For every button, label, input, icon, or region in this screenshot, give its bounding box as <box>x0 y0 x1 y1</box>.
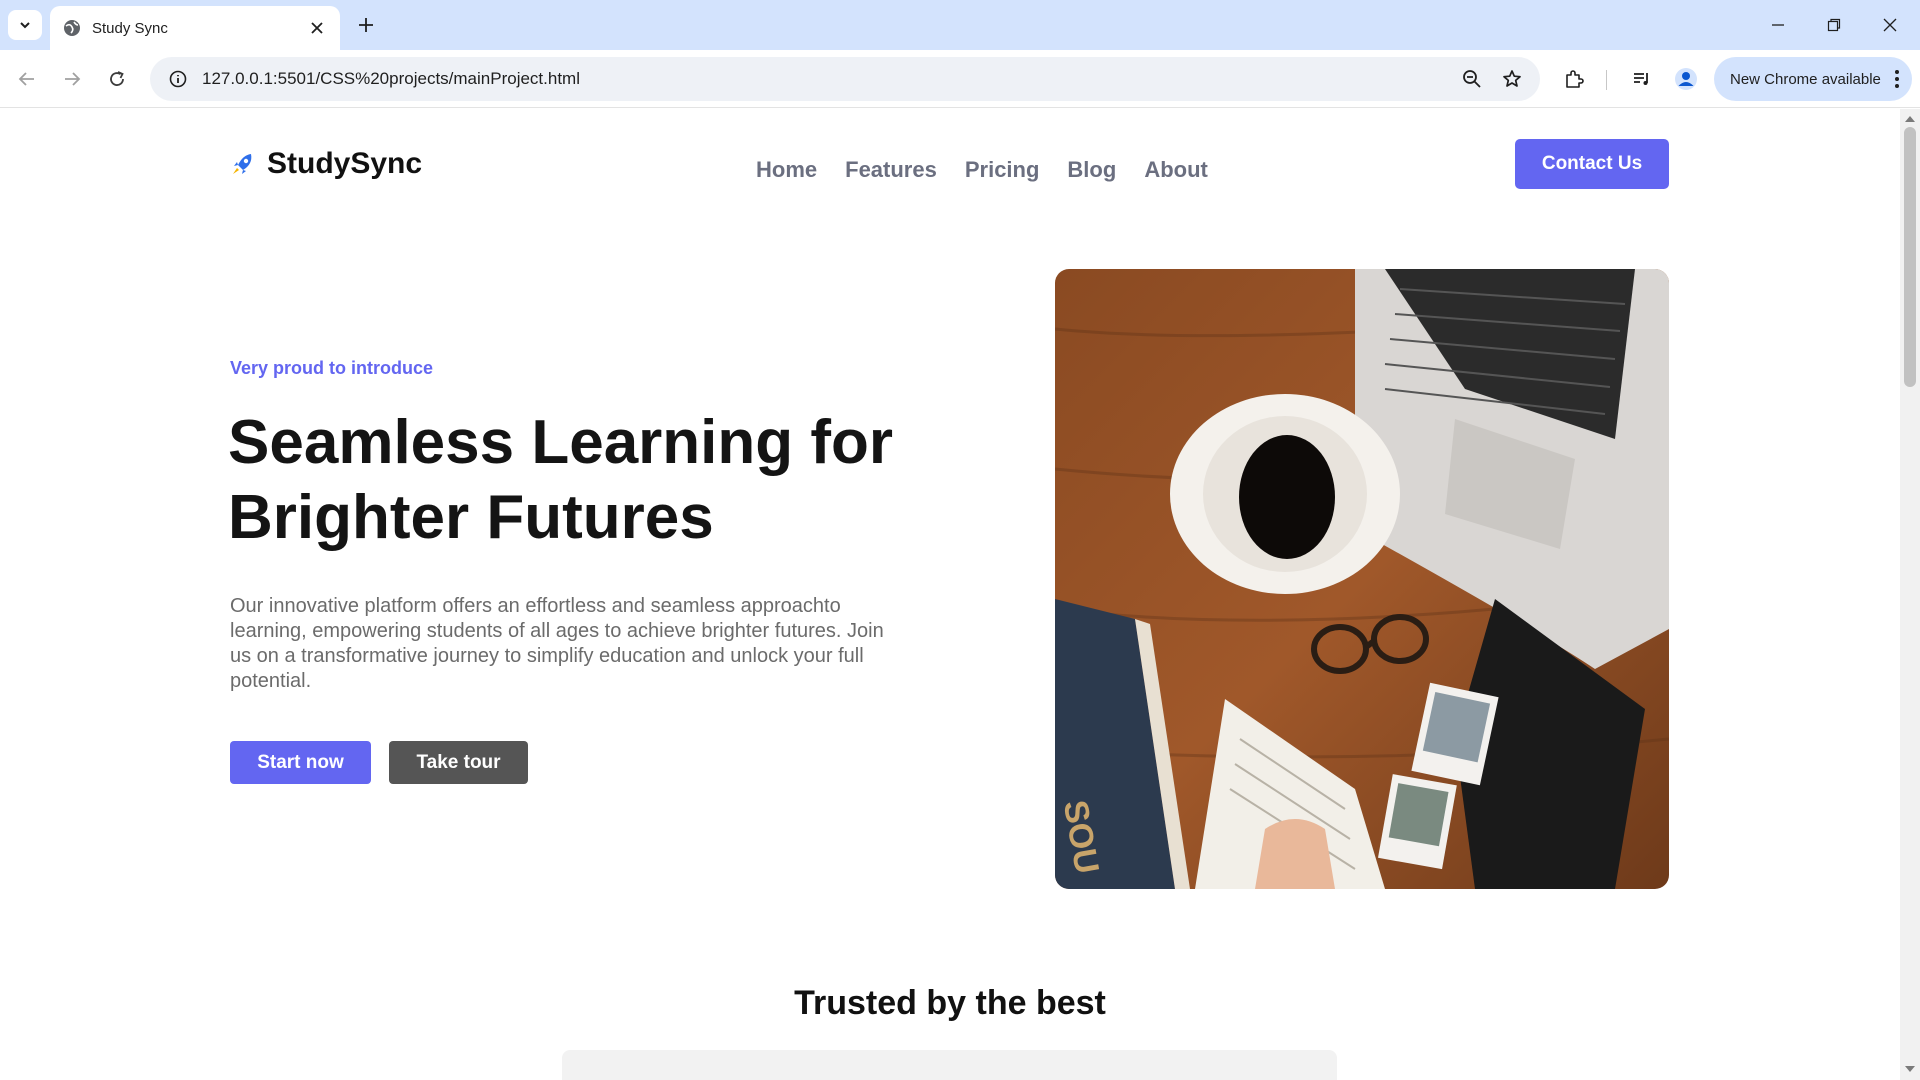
more-icon[interactable] <box>1894 69 1900 93</box>
page-viewport: StudySync Home Features Pricing Blog Abo… <box>0 109 1900 1080</box>
hero-title-line-2: Brighter Futures <box>228 483 714 552</box>
nav-home[interactable]: Home <box>756 157 817 183</box>
minimize-icon[interactable] <box>1750 0 1806 50</box>
scroll-thumb[interactable] <box>1904 127 1916 387</box>
zoom-icon[interactable] <box>1452 59 1492 99</box>
toolbar-separator <box>1606 70 1607 90</box>
scroll-down-arrow-icon[interactable] <box>1904 1064 1916 1074</box>
star-icon[interactable] <box>1492 59 1532 99</box>
desk-photo-illustration: SOU <box>1055 269 1669 889</box>
logo-text: StudySync <box>267 147 423 180</box>
tab-title: Study Sync <box>92 19 168 37</box>
media-icon[interactable] <box>1624 62 1660 96</box>
tab-search-icon[interactable] <box>8 10 42 40</box>
hero-image: SOU <box>1055 269 1669 889</box>
url-text[interactable]: 127.0.0.1:5501/CSS%20projects/mainProjec… <box>200 69 1452 89</box>
close-window-icon[interactable] <box>1862 0 1918 50</box>
restore-icon[interactable] <box>1806 0 1862 50</box>
trusted-heading: Trusted by the best <box>794 984 1106 1022</box>
contact-us-button[interactable]: Contact Us <box>1515 139 1669 189</box>
nav-blog[interactable]: Blog <box>1067 157 1116 183</box>
rocket-icon <box>233 154 252 174</box>
chrome-update-button[interactable]: New Chrome available <box>1714 57 1912 101</box>
plus-icon[interactable] <box>353 12 379 38</box>
browser-tab-bar: Study Sync <box>0 0 1920 50</box>
forward-icon[interactable] <box>55 62 89 96</box>
browser-toolbar: 127.0.0.1:5501/CSS%20projects/mainProjec… <box>0 50 1920 108</box>
hero-eyebrow: Very proud to introduce <box>230 358 434 378</box>
profile-icon[interactable] <box>1668 62 1704 96</box>
update-label: New Chrome available <box>1730 70 1881 88</box>
nav-pricing[interactable]: Pricing <box>965 157 1040 183</box>
hero-title-line-1: Seamless Learning for <box>228 408 894 477</box>
close-icon[interactable] <box>306 17 328 39</box>
start-now-button[interactable]: Start now <box>230 741 371 784</box>
hero-description: Our innovative platform offers an effort… <box>230 595 884 692</box>
scroll-up-arrow-icon[interactable] <box>1904 114 1916 124</box>
address-bar[interactable]: 127.0.0.1:5501/CSS%20projects/mainProjec… <box>150 57 1540 101</box>
back-icon[interactable] <box>10 62 44 96</box>
page-scrollbar[interactable] <box>1900 109 1920 1080</box>
nav-features[interactable]: Features <box>845 157 937 183</box>
partner-logos-strip <box>562 1050 1337 1080</box>
globe-icon <box>64 20 80 36</box>
main-nav: Home Features Pricing Blog About <box>756 157 1208 183</box>
browser-tab[interactable]: Study Sync <box>50 6 340 50</box>
site-logo[interactable]: StudySync <box>229 147 422 181</box>
nav-about[interactable]: About <box>1144 157 1208 183</box>
extensions-icon[interactable] <box>1556 62 1592 96</box>
hero-title: Seamless Learning for Brighter Futures <box>228 405 988 555</box>
site-info-icon[interactable] <box>156 57 200 101</box>
take-tour-button[interactable]: Take tour <box>389 741 528 784</box>
reload-icon[interactable] <box>100 62 134 96</box>
